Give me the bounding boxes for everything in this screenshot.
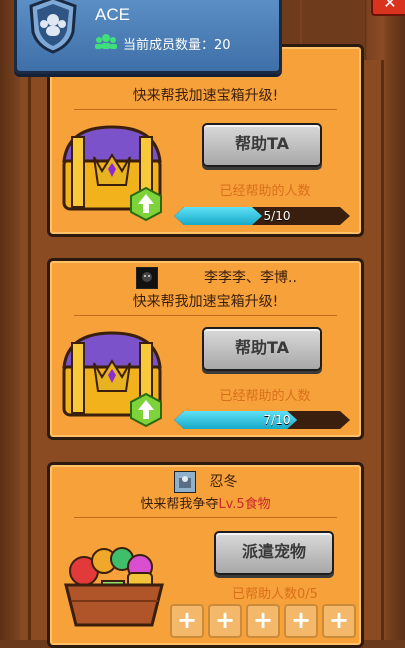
close-icon[interactable]: ✕ [371,0,405,16]
members-icon [95,34,117,49]
help-request-text: 快来帮我加速宝箱升级! [132,294,279,310]
help-button[interactable]: 帮助TA [202,123,322,167]
helped-count-label: 已经帮助的人数 [219,184,311,199]
send-pet-button[interactable]: 派遣宠物 [214,531,334,575]
progress-text: 7/10 [263,413,291,427]
request-suffix: 食物 [244,497,271,512]
guild-shield-icon [29,0,77,54]
help-progress-bar: 5/10 [174,207,350,225]
food-basket-icon [64,547,164,627]
progress-text: 5/10 [263,209,291,223]
card-divider [74,315,337,316]
card-divider [74,517,337,518]
upgrade-arrow-icon [130,393,162,427]
helped-count-label: 已经帮助的人数 [219,389,311,404]
helper-slot[interactable]: + [208,604,242,638]
help-card-2: 李李李、李博.. 快来帮我加速宝箱升级! 帮助TA 已经帮助的人数 7/10 [47,258,364,440]
user-name: 忍冬 [209,474,238,490]
request-level: Lv.5 [218,497,245,512]
guild-name: ACE [95,5,130,24]
helper-slot[interactable]: + [284,604,318,638]
upgrade-arrow-icon [130,187,162,221]
helper-slot[interactable]: + [246,604,280,638]
card-divider [74,109,337,110]
help-button[interactable]: 帮助TA [202,327,322,371]
help-request-text: 快来帮我加速宝箱升级! [132,88,279,104]
helper-slot[interactable]: + [170,604,204,638]
helped-count-label: 已帮助人数0/5 [232,587,318,602]
help-request-text: 快来帮我争夺Lv.5食物 [50,493,361,512]
request-prefix: 快来帮我争夺 [140,497,219,512]
user-name: 李李李、李博.. [204,270,297,286]
helper-slot[interactable]: + [322,604,356,638]
help-progress-bar: 7/10 [174,411,350,429]
member-count: 当前成员数量：20 [123,38,231,53]
